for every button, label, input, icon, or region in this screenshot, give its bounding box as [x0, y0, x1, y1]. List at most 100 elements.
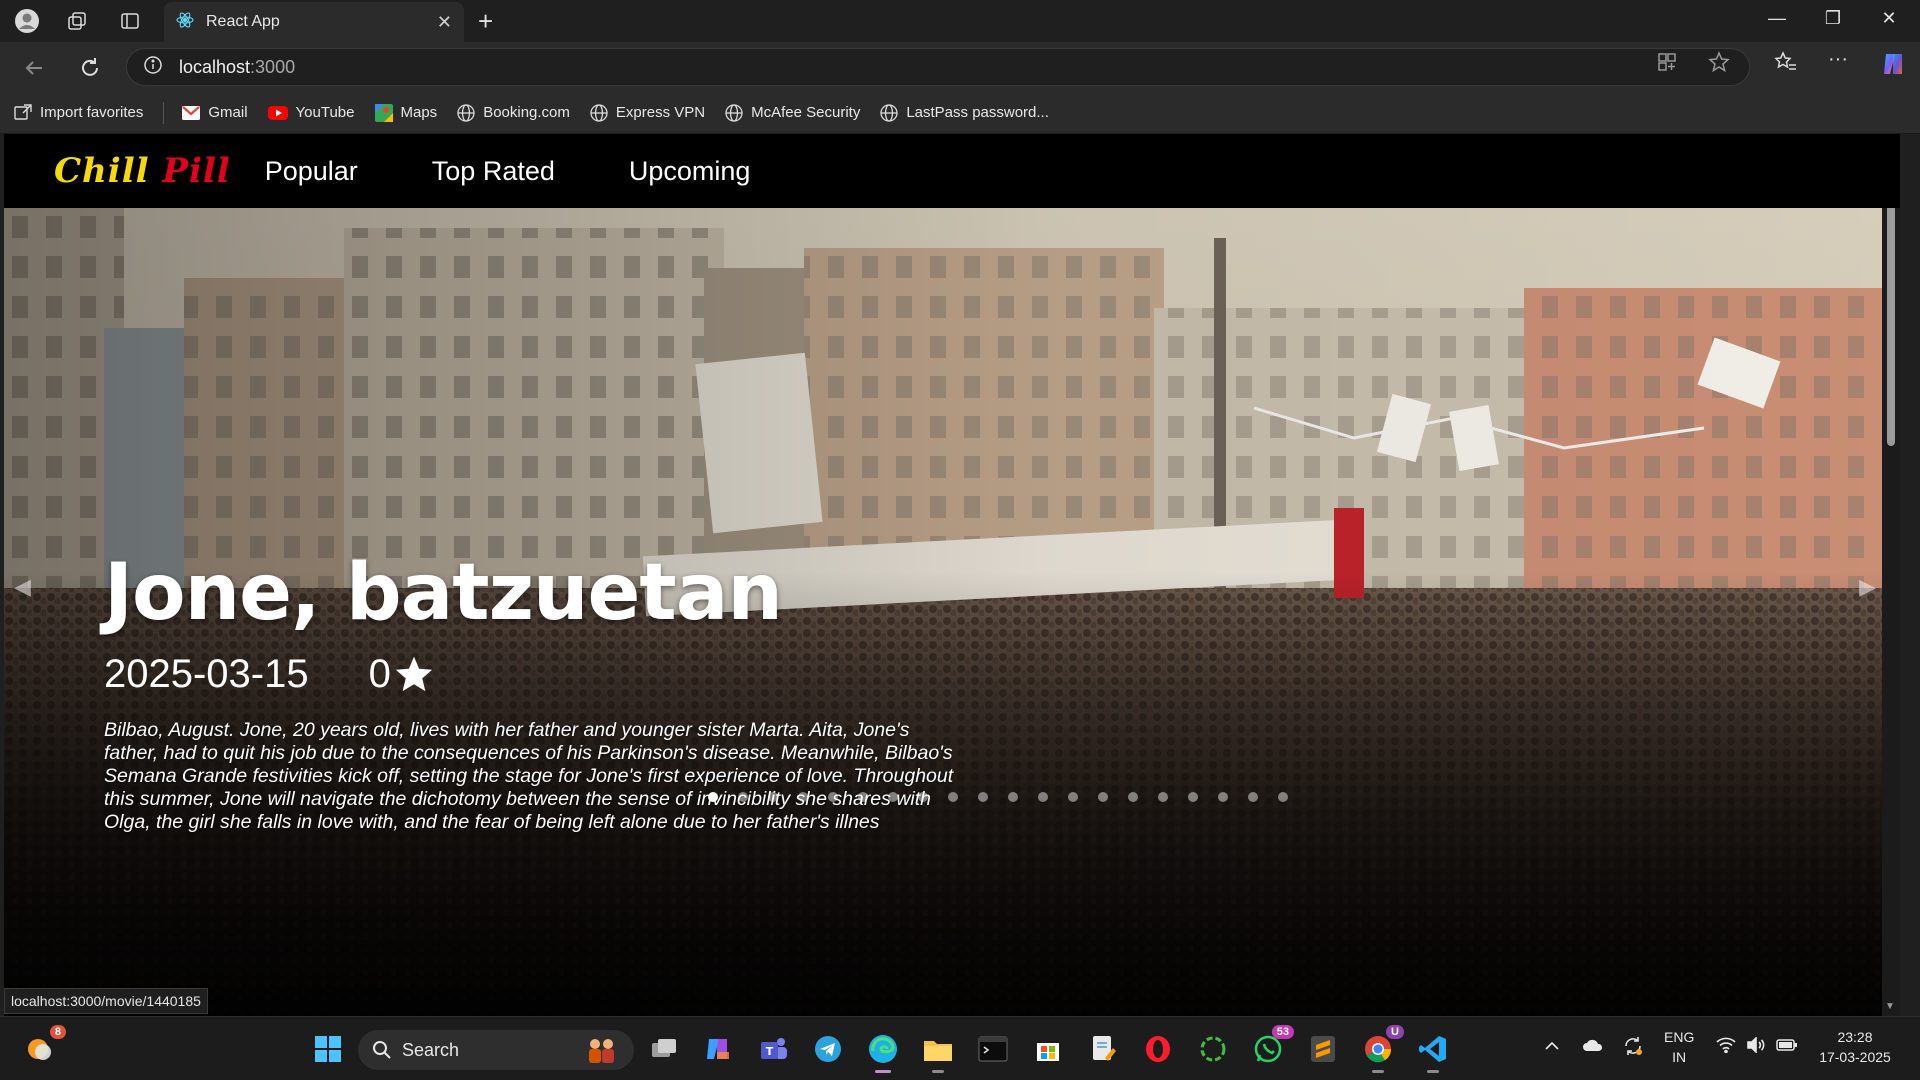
bookmark-label: Import favorites [40, 104, 144, 121]
bookmark-gmail[interactable]: Gmail [182, 104, 248, 121]
vertical-tabs-icon[interactable] [117, 8, 143, 34]
vscode-icon[interactable] [1415, 1031, 1451, 1073]
bookmark-youtube[interactable]: YouTube [267, 104, 355, 121]
svg-text:T: T [766, 1045, 774, 1058]
copilot-icon[interactable] [1880, 50, 1908, 83]
region-code: IN [1672, 1049, 1687, 1065]
microsoft-store-icon[interactable] [1030, 1031, 1066, 1067]
carousel-dot[interactable] [708, 792, 718, 802]
close-tab-icon[interactable]: ✕ [437, 12, 452, 33]
carousel-prev-arrow-icon[interactable]: ◀ [14, 574, 31, 600]
update-sync-icon[interactable] [1622, 1035, 1644, 1062]
nav-popular[interactable]: Popular [265, 156, 358, 187]
wifi-icon[interactable] [1716, 1037, 1736, 1058]
nav-upcoming[interactable]: Upcoming [629, 156, 751, 187]
bookmark-booking[interactable]: Booking.com [457, 103, 570, 122]
globe-icon [457, 103, 475, 122]
volume-icon[interactable] [1746, 1036, 1766, 1058]
carousel-dot[interactable] [1068, 792, 1078, 802]
clock-date: 17-03-2025 [1819, 1049, 1891, 1065]
carousel-dot[interactable] [738, 792, 748, 802]
carousel-dot[interactable] [1218, 792, 1228, 802]
onedrive-cloud-icon[interactable] [1582, 1037, 1604, 1057]
carousel-dot[interactable] [1008, 792, 1018, 802]
carousel-dot[interactable] [828, 792, 838, 802]
whatsapp-icon[interactable]: 53 [1250, 1025, 1294, 1067]
address-bar[interactable]: localhost:3000 [126, 48, 1750, 86]
chill-pill-logo[interactable]: Chill Pill [54, 151, 231, 191]
profile-avatar-icon[interactable] [14, 8, 40, 34]
bookmark-import-favorites[interactable]: Import favorites [14, 103, 144, 122]
page-scrollbar[interactable]: ▲ ▼ [1882, 134, 1900, 1016]
carousel-dot[interactable] [1188, 792, 1198, 802]
link-status-bar: localhost:3000/movie/1440185 [4, 988, 208, 1014]
close-window-icon[interactable]: ✕ [1874, 8, 1904, 29]
scroll-down-icon[interactable]: ▼ [1885, 1001, 1895, 1012]
notepad-icon[interactable] [1085, 1031, 1121, 1067]
logo-part-2: Pill [162, 151, 231, 191]
more-options-icon[interactable]: ··· [1828, 48, 1848, 71]
chrome-icon[interactable]: U [1360, 1025, 1404, 1073]
app-available-icon[interactable] [1656, 51, 1678, 78]
opera-icon[interactable] [1140, 1031, 1176, 1067]
bookmark-label: LastPass password... [906, 104, 1049, 121]
app-header: Chill Pill Popular Top Rated Upcoming [4, 134, 1900, 208]
hero-carousel[interactable]: ◀ ▶ Jone, batzuetan 2025-03-15 0 Bilbao,… [4, 208, 1900, 1016]
restore-window-icon[interactable]: ❐ [1818, 8, 1848, 29]
bookmark-label: Gmail [208, 104, 248, 121]
battery-icon[interactable] [1776, 1037, 1798, 1057]
bookmark-mcafee[interactable]: McAfee Security [725, 103, 860, 122]
refresh-icon[interactable] [76, 54, 104, 82]
file-explorer-icon[interactable] [920, 1031, 956, 1073]
windows-start-icon[interactable] [310, 1031, 346, 1067]
bookmark-maps[interactable]: Maps [374, 103, 437, 122]
carousel-dot[interactable] [1158, 792, 1168, 802]
carousel-dot[interactable] [858, 792, 868, 802]
carousel-dot[interactable] [768, 792, 778, 802]
browser-tab-active[interactable]: React App ✕ [164, 2, 464, 42]
carousel-dot[interactable] [948, 792, 958, 802]
carousel-dot[interactable] [1248, 792, 1258, 802]
bookmark-lastpass[interactable]: LastPass password... [880, 103, 1049, 122]
nav-top-rated[interactable]: Top Rated [432, 156, 555, 187]
bookmarks-divider [163, 101, 165, 124]
movie-rating: 0 [369, 652, 435, 697]
system-clock[interactable]: 23:28 17-03-2025 [1810, 1027, 1900, 1067]
task-view-icon[interactable] [646, 1031, 682, 1067]
favorites-list-icon[interactable] [1774, 51, 1798, 78]
carousel-next-arrow-icon[interactable]: ▶ [1859, 574, 1876, 600]
site-info-icon[interactable] [143, 55, 163, 80]
bookmarks-bar: Import favorites Gmail YouTube Maps Book… [0, 92, 1920, 134]
workspaces-icon[interactable] [64, 8, 90, 34]
favorite-star-icon[interactable] [1708, 51, 1730, 78]
show-hidden-icons-chevron-icon[interactable] [1544, 1037, 1560, 1057]
browser-toolbar: localhost:3000 ··· [0, 42, 1920, 92]
edge-browser-icon[interactable] [865, 1031, 901, 1073]
language-indicator[interactable]: ENG IN [1664, 1027, 1694, 1067]
new-tab-button[interactable]: + [478, 8, 493, 34]
bookmark-express-vpn[interactable]: Express VPN [590, 103, 705, 122]
carousel-dot[interactable] [1038, 792, 1048, 802]
weather-badge: 8 [49, 1025, 66, 1039]
sync-app-icon[interactable] [1195, 1031, 1231, 1067]
running-app-indicator [1427, 1070, 1439, 1073]
copilot-taskbar-icon[interactable] [700, 1031, 736, 1067]
minimize-window-icon[interactable]: — [1762, 8, 1792, 29]
teams-icon[interactable]: T [756, 1031, 792, 1067]
telegram-icon[interactable] [810, 1031, 846, 1067]
taskbar-search[interactable]: Search [358, 1030, 634, 1070]
whatsapp-badge: 53 [1271, 1025, 1294, 1039]
carousel-dot[interactable] [1128, 792, 1138, 802]
carousel-dot[interactable] [978, 792, 988, 802]
carousel-dot[interactable] [1278, 792, 1288, 802]
carousel-dot[interactable] [1098, 792, 1108, 802]
terminal-icon[interactable] [975, 1031, 1011, 1067]
bookmark-label: Booking.com [483, 104, 570, 121]
weather-widget-icon[interactable]: 8 [22, 1025, 66, 1067]
sublime-text-icon[interactable] [1305, 1031, 1341, 1067]
carousel-dot[interactable] [918, 792, 928, 802]
search-placeholder: Search [402, 1039, 460, 1060]
carousel-dot[interactable] [798, 792, 808, 802]
back-arrow-icon[interactable] [20, 54, 48, 82]
carousel-dot[interactable] [888, 792, 898, 802]
